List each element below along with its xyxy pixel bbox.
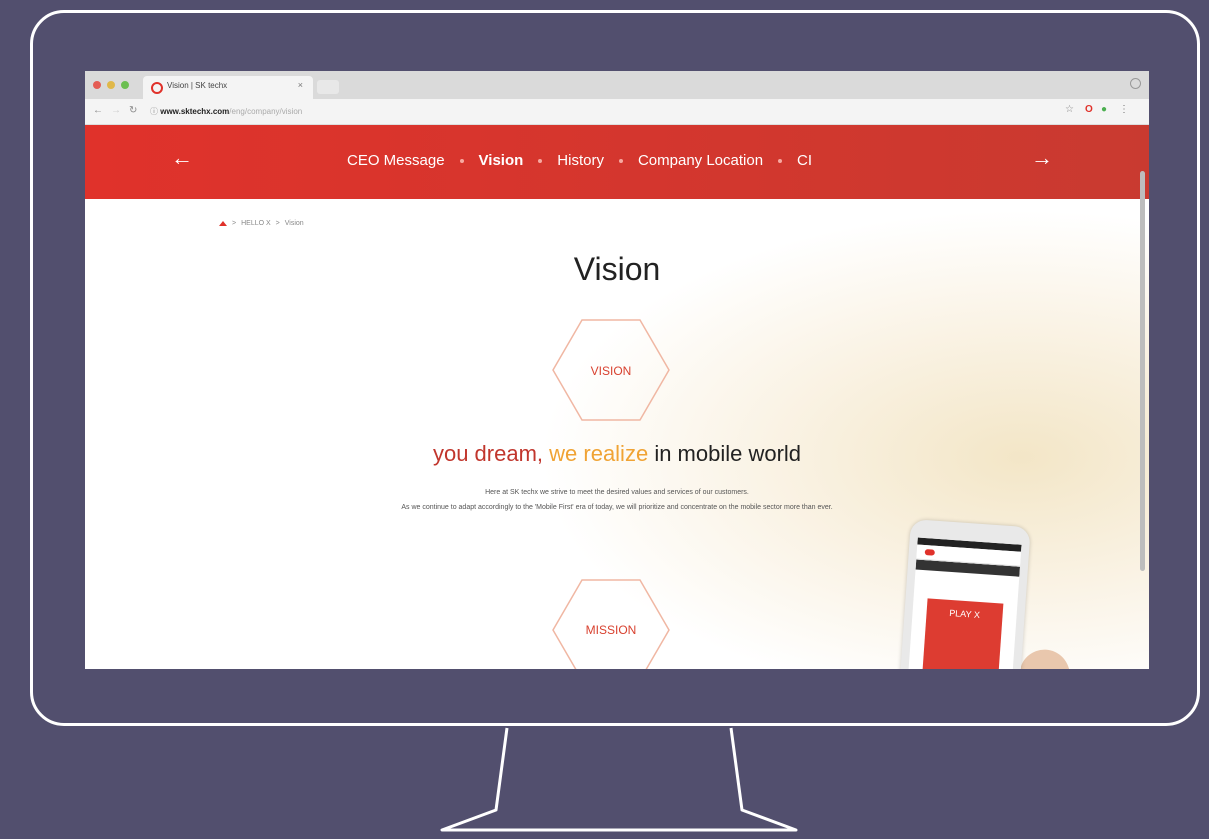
- tab-close-icon[interactable]: ×: [298, 80, 303, 90]
- vision-label: VISION: [590, 364, 632, 378]
- nav-separator: [618, 158, 623, 163]
- url-domain: www.sktechx.com: [160, 107, 230, 116]
- menu-dots-icon[interactable]: ⋮: [1119, 104, 1129, 115]
- prev-page-arrow-icon[interactable]: ←: [171, 145, 193, 171]
- bookmark-star-icon[interactable]: ☆: [1065, 104, 1074, 115]
- description-line-1: Here at SK techx we strive to meet the d…: [485, 489, 749, 496]
- address-bar: ← → ↻ ⓘ www.sktechx.com/eng/company/visi…: [85, 99, 1149, 125]
- maximize-window-icon[interactable]: [121, 81, 129, 89]
- page-content: > HELLO X > Vision Vision VISION you dre…: [85, 199, 1149, 669]
- next-page-arrow-icon[interactable]: →: [1031, 145, 1053, 171]
- description-line-2: As we continue to adapt accordingly to t…: [401, 504, 833, 511]
- phone-screen: PLAY X: [907, 537, 1022, 669]
- smartphone-image: PLAY X: [899, 519, 1031, 669]
- close-window-icon[interactable]: [93, 81, 101, 89]
- scrollbar[interactable]: [1140, 171, 1145, 571]
- sk-logo-icon: [924, 549, 935, 556]
- url-path: /eng/company/vision: [229, 107, 303, 116]
- breadcrumb-separator: >: [275, 220, 280, 227]
- nav-separator: [459, 158, 464, 163]
- nav-separator: [538, 158, 543, 163]
- back-arrow-icon[interactable]: ←: [93, 105, 103, 116]
- nav-link-ci[interactable]: CI: [797, 152, 812, 169]
- hand-image: [1012, 642, 1084, 669]
- mission-label: MISSION: [585, 623, 637, 637]
- tagline-you-dream: you dream,: [432, 441, 544, 466]
- reload-icon[interactable]: ↻: [129, 105, 137, 116]
- phone-banner: PLAY X: [921, 598, 1004, 669]
- tagline: you dream, we realize in mobile world: [85, 441, 1149, 467]
- opera-icon[interactable]: O: [1085, 104, 1093, 115]
- forward-arrow-icon[interactable]: →: [111, 105, 121, 116]
- breadcrumb-separator: >: [232, 220, 237, 227]
- breadcrumb: > HELLO X > Vision: [219, 220, 304, 227]
- home-icon[interactable]: [219, 221, 227, 226]
- nav-links: CEO Message Vision History Company Locat…: [347, 152, 812, 169]
- tagline-we-realize: we realize: [549, 441, 649, 466]
- breadcrumb-item-hello-x[interactable]: HELLO X: [241, 220, 271, 227]
- extension-icon[interactable]: ●: [1101, 104, 1107, 115]
- info-icon: ⓘ: [150, 107, 161, 116]
- tab-bar: Vision | SK techx ×: [85, 71, 1149, 99]
- minimize-window-icon[interactable]: [107, 81, 115, 89]
- browser-window: Vision | SK techx × ← → ↻ ⓘ www.sktechx.…: [85, 71, 1149, 669]
- profile-icon[interactable]: [1130, 78, 1141, 89]
- breadcrumb-item-vision: Vision: [284, 220, 304, 227]
- tagline-mobile-world: in mobile world: [654, 441, 802, 466]
- nav-link-vision[interactable]: Vision: [479, 152, 524, 169]
- nav-link-company-location[interactable]: Company Location: [638, 152, 763, 169]
- browser-tab[interactable]: Vision | SK techx ×: [143, 76, 313, 99]
- nav-link-history[interactable]: History: [557, 152, 604, 169]
- nav-link-ceo-message[interactable]: CEO Message: [347, 152, 445, 169]
- phone-banner-title: PLAY X: [948, 607, 981, 621]
- tab-title: Vision | SK techx: [167, 81, 228, 90]
- new-tab-button[interactable]: [317, 80, 339, 94]
- opera-favicon-icon: [151, 82, 163, 94]
- sub-navigation: ← CEO Message Vision History Company Loc…: [85, 125, 1149, 199]
- url-field[interactable]: ⓘ www.sktechx.com/eng/company/vision: [150, 106, 302, 117]
- nav-separator: [778, 158, 783, 163]
- page-title: Vision: [573, 251, 661, 287]
